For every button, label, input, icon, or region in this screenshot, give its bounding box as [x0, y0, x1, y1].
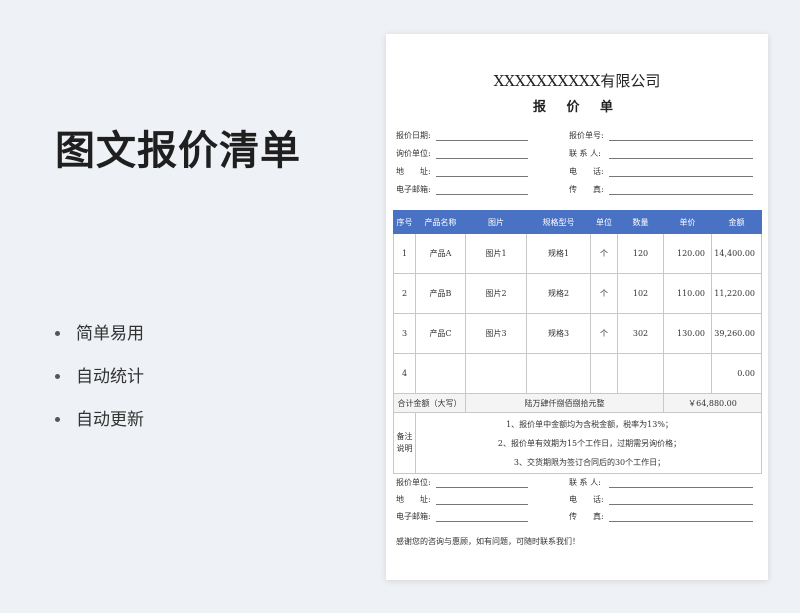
bullet-icon — [55, 417, 60, 422]
quote-date-field[interactable]: 报价日期: — [396, 130, 528, 141]
table-cell[interactable]: 产品A — [415, 233, 466, 274]
column-header: 数量 — [617, 210, 664, 234]
quotation-sheet: XXXXXXXXXX有限公司 报 价 单 报价日期: 报价单号: 询价单位: 联… — [386, 34, 768, 580]
table-cell[interactable]: 图片2 — [465, 273, 527, 314]
feature-list: 简单易用 自动统计 自动更新 — [55, 312, 144, 441]
footer-fax-field[interactable]: 传 真: — [569, 511, 753, 522]
company-name: XXXXXXXXXX有限公司 — [493, 72, 661, 90]
note-item: 1、报价单中金额均为含税金额，税率为13%； — [506, 419, 673, 429]
notes-content: 1、报价单中金额均为含税金额，税率为13%； 2、报价单有效期为15个工作日，过… — [415, 412, 762, 474]
column-header: 金额 — [711, 210, 762, 234]
table-header-row: 序号 产品名称 图片 规格型号 单位 数量 单价 金额 — [393, 210, 762, 234]
table-cell[interactable]: 39,260.00 — [711, 313, 762, 354]
items-table: 序号 产品名称 图片 规格型号 单位 数量 单价 金额 1 产品A 图片1 规格… — [393, 210, 762, 474]
table-cell[interactable]: 2 — [393, 273, 416, 314]
table-cell[interactable]: 个 — [590, 233, 618, 274]
total-in-words: 陆万肆仟捌佰捌拾元整 — [465, 393, 664, 413]
column-header: 单价 — [663, 210, 712, 234]
contact-field[interactable]: 联 系 人: — [569, 148, 753, 159]
notes-row: 备注说明 1、报价单中金额均为含税金额，税率为13%； 2、报价单有效期为15个… — [393, 412, 762, 474]
table-cell[interactable]: 产品C — [415, 313, 466, 354]
feature-item: 自动更新 — [55, 398, 144, 441]
table-cell[interactable]: 产品B — [415, 273, 466, 314]
table-cell[interactable]: 规格1 — [526, 233, 591, 274]
table-row: 1 产品A 图片1 规格1 个 120 120.00 14,400.00 — [393, 233, 762, 274]
table-cell[interactable]: 4 — [393, 353, 416, 394]
table-cell[interactable]: 14,400.00 — [711, 233, 762, 274]
note-item: 2、报价单有效期为15个工作日，过期需另询价格； — [497, 438, 682, 448]
footer-address-field[interactable]: 地 址: — [396, 494, 528, 505]
fax-field[interactable]: 传 真: — [569, 184, 753, 195]
total-amount: ￥64,880.00 — [663, 393, 762, 413]
column-header: 图片 — [465, 210, 527, 234]
table-cell[interactable]: 120 — [617, 233, 664, 274]
address-field[interactable]: 地 址: — [396, 166, 528, 177]
table-cell[interactable]: 11,220.00 — [711, 273, 762, 314]
bullet-icon — [55, 331, 60, 336]
table-cell[interactable] — [590, 353, 618, 394]
table-cell[interactable]: 120.00 — [663, 233, 712, 274]
left-title: 图文报价清单 — [55, 128, 301, 174]
footer-phone-field[interactable]: 电 话: — [569, 494, 753, 505]
table-cell[interactable] — [617, 353, 664, 394]
notes-label: 备注说明 — [393, 412, 416, 474]
footer-email-field[interactable]: 电子邮箱: — [396, 511, 528, 522]
table-cell[interactable]: 3 — [393, 313, 416, 354]
feature-item: 简单易用 — [55, 312, 144, 355]
table-cell[interactable] — [663, 353, 712, 394]
table-cell[interactable]: 110.00 — [663, 273, 712, 314]
table-cell[interactable] — [415, 353, 466, 394]
table-cell[interactable]: 0.00 — [711, 353, 762, 394]
total-row: 合计金额（大写） 陆万肆仟捌佰捌拾元整 ￥64,880.00 — [393, 393, 762, 413]
feature-item: 自动统计 — [55, 355, 144, 398]
table-cell[interactable]: 图片3 — [465, 313, 527, 354]
table-cell[interactable]: 1 — [393, 233, 416, 274]
column-header: 序号 — [393, 210, 416, 234]
email-field[interactable]: 电子邮箱: — [396, 184, 528, 195]
column-header: 产品名称 — [415, 210, 466, 234]
phone-field[interactable]: 电 话: — [569, 166, 753, 177]
table-cell[interactable]: 102 — [617, 273, 664, 314]
table-cell[interactable]: 规格2 — [526, 273, 591, 314]
column-header: 规格型号 — [526, 210, 591, 234]
total-label: 合计金额（大写） — [393, 393, 466, 413]
document-title: 报 价 单 — [532, 100, 622, 115]
table-cell[interactable] — [465, 353, 527, 394]
bullet-icon — [55, 374, 60, 379]
table-row: 2 产品B 图片2 规格2 个 102 110.00 11,220.00 — [393, 273, 762, 314]
table-cell[interactable]: 图片1 — [465, 233, 527, 274]
table-cell[interactable]: 130.00 — [663, 313, 712, 354]
inquiry-unit-field[interactable]: 询价单位: — [396, 148, 528, 159]
table-cell[interactable] — [526, 353, 591, 394]
table-cell[interactable]: 302 — [617, 313, 664, 354]
table-row: 4 0.00 — [393, 353, 762, 394]
column-header: 单位 — [590, 210, 618, 234]
footer-contact-field[interactable]: 联 系 人: — [569, 477, 753, 488]
note-item: 3、交货期限为签订合同后的30个工作日； — [513, 457, 666, 467]
table-cell[interactable]: 个 — [590, 273, 618, 314]
quote-number-field[interactable]: 报价单号: — [569, 130, 753, 141]
table-cell[interactable]: 规格3 — [526, 313, 591, 354]
thank-you-note: 感谢您的咨询与惠顾，如有问题，可随时联系我们！ — [396, 537, 580, 546]
table-cell[interactable]: 个 — [590, 313, 618, 354]
table-row: 3 产品C 图片3 规格3 个 302 130.00 39,260.00 — [393, 313, 762, 354]
quote-unit-field[interactable]: 报价单位: — [396, 477, 528, 488]
